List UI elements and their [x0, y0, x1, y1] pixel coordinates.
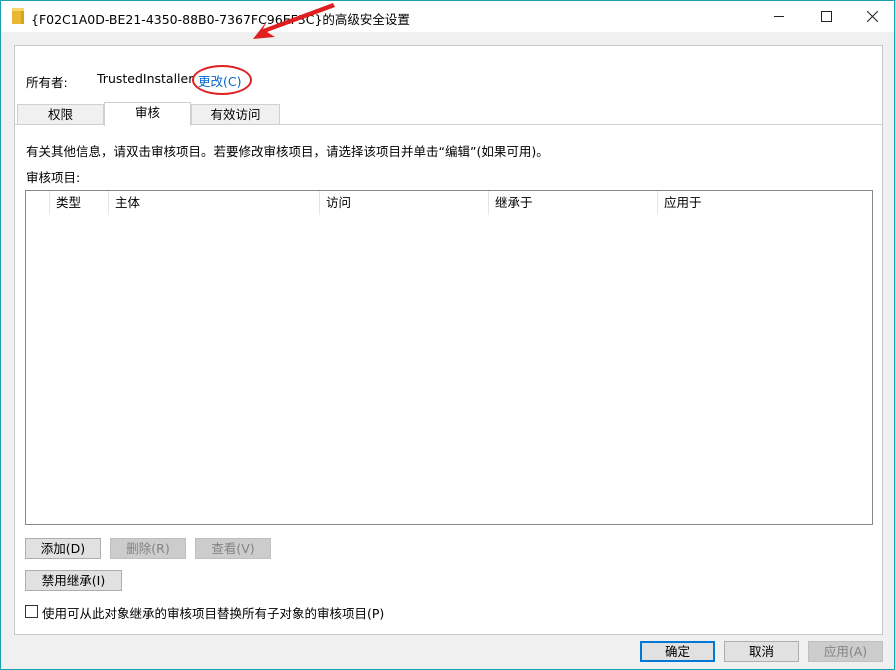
- advanced-security-window: {F02C1A0D-BE21-4350-88B0-7367FC96EF3C}的高…: [0, 0, 895, 670]
- add-button[interactable]: 添加(D): [25, 538, 101, 559]
- cancel-button[interactable]: 取消: [724, 641, 799, 662]
- main-panel: 所有者: TrustedInstaller 更改(C) 权限 审核 有效访问 有…: [14, 45, 883, 635]
- maximize-icon: [821, 11, 832, 22]
- owner-value: TrustedInstaller: [97, 71, 194, 86]
- annotation-circle: [192, 65, 252, 95]
- column-header-type[interactable]: 类型: [50, 191, 109, 215]
- column-header-access[interactable]: 访问: [320, 191, 489, 215]
- disable-inheritance-button[interactable]: 禁用继承(I): [25, 570, 122, 591]
- column-header-principal[interactable]: 主体: [109, 191, 320, 215]
- folder-icon: [12, 8, 24, 24]
- minimize-icon: [774, 16, 784, 17]
- window-title: {F02C1A0D-BE21-4350-88B0-7367FC96EF3C}的高…: [31, 12, 410, 27]
- close-button[interactable]: [849, 1, 894, 32]
- ok-button[interactable]: 确定: [640, 641, 715, 662]
- replace-child-audit-label[interactable]: 使用可从此对象继承的审核项目替换所有子对象的审核项目(P): [42, 603, 384, 622]
- close-icon: [867, 11, 878, 22]
- tab-auditing[interactable]: 审核: [104, 102, 191, 126]
- minimize-button[interactable]: [756, 1, 802, 32]
- tab-effective-access[interactable]: 有效访问: [191, 104, 280, 125]
- column-header-blank[interactable]: [26, 191, 50, 215]
- column-header-applies-to[interactable]: 应用于: [658, 191, 870, 215]
- apply-button[interactable]: 应用(A): [808, 641, 883, 662]
- title-bar[interactable]: {F02C1A0D-BE21-4350-88B0-7367FC96EF3C}的高…: [1, 1, 894, 32]
- audit-entries-table[interactable]: 类型 主体 访问 继承于 应用于: [25, 190, 873, 525]
- remove-button[interactable]: 删除(R): [110, 538, 186, 559]
- replace-child-audit-checkbox[interactable]: [25, 605, 38, 618]
- column-header-inherited-from[interactable]: 继承于: [489, 191, 658, 215]
- owner-label: 所有者:: [26, 75, 68, 90]
- audit-entries-label: 审核项目:: [26, 170, 81, 185]
- tab-permissions[interactable]: 权限: [17, 104, 104, 125]
- view-button[interactable]: 查看(V): [195, 538, 271, 559]
- maximize-button[interactable]: [803, 1, 849, 32]
- audit-info-text: 有关其他信息，请双击审核项目。若要修改审核项目，请选择该项目并单击“编辑”(如果…: [26, 144, 549, 159]
